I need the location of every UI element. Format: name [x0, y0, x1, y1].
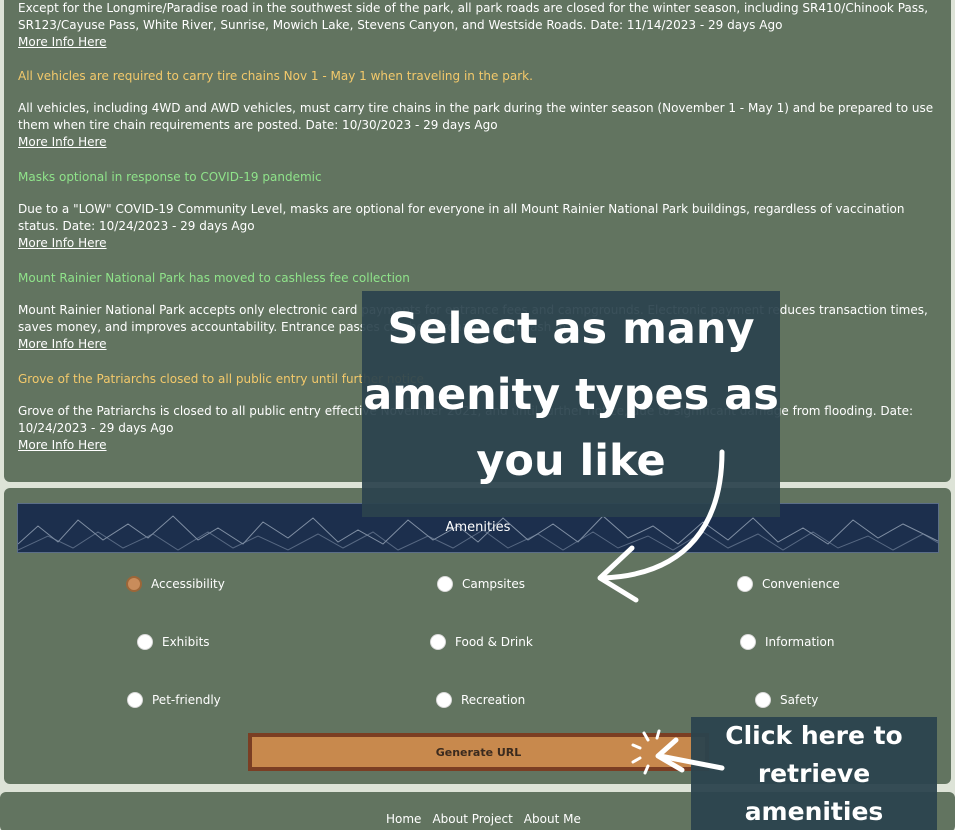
- radio-icon[interactable]: [740, 634, 756, 650]
- alert-item: Except for the Longmire/Paradise road in…: [18, 0, 942, 51]
- amenity-label: Food & Drink: [455, 635, 533, 649]
- radio-icon[interactable]: [430, 634, 446, 650]
- amenity-option-accessibility[interactable]: Accessibility: [126, 576, 225, 592]
- more-info-link[interactable]: More Info Here: [18, 34, 107, 51]
- alert-body: Due to a "LOW" COVID-19 Community Level,…: [18, 202, 905, 233]
- overlay-line: amenities: [744, 797, 884, 826]
- amenity-label: Exhibits: [162, 635, 210, 649]
- footer-link-about-project[interactable]: About Project: [432, 812, 512, 826]
- more-info-link[interactable]: More Info Here: [18, 336, 107, 353]
- radio-checked-icon[interactable]: [126, 576, 142, 592]
- alert-title: All vehicles are required to carry tire …: [18, 69, 533, 83]
- footer-link-home[interactable]: Home: [386, 812, 421, 826]
- amenity-option-exhibits[interactable]: Exhibits: [137, 634, 210, 650]
- overlay-line: Click here to: [725, 721, 903, 750]
- generate-url-button[interactable]: Generate URL: [248, 733, 709, 771]
- alert-body: Except for the Longmire/Paradise road in…: [18, 1, 929, 32]
- radio-icon[interactable]: [127, 692, 143, 708]
- amenity-label: Convenience: [762, 577, 840, 591]
- amenity-option-recreation[interactable]: Recreation: [436, 692, 525, 708]
- alert-body: All vehicles, including 4WD and AWD vehi…: [18, 101, 934, 132]
- amenity-option-information[interactable]: Information: [740, 634, 834, 650]
- alert-title: Mount Rainier National Park has moved to…: [18, 271, 410, 285]
- instruction-overlay: Select as many amenity types as you like: [362, 291, 780, 517]
- radio-icon[interactable]: [737, 576, 753, 592]
- footer-link-about-me[interactable]: About Me: [524, 812, 581, 826]
- radio-icon[interactable]: [437, 576, 453, 592]
- amenity-option-food-drink[interactable]: Food & Drink: [430, 634, 533, 650]
- radio-icon[interactable]: [436, 692, 452, 708]
- amenity-option-campsites[interactable]: Campsites: [437, 576, 525, 592]
- amenities-title: Amenities: [445, 520, 511, 535]
- more-info-link[interactable]: More Info Here: [18, 134, 107, 151]
- amenity-option-pet-friendly[interactable]: Pet-friendly: [127, 692, 221, 708]
- amenity-label: Information: [765, 635, 835, 649]
- amenity-label: Campsites: [462, 577, 525, 591]
- overlay-line: you like: [476, 436, 666, 486]
- amenity-option-convenience[interactable]: Convenience: [737, 576, 840, 592]
- more-info-link[interactable]: More Info Here: [18, 437, 107, 454]
- amenity-label: Accessibility: [151, 577, 225, 591]
- overlay-line: Select as many: [387, 304, 755, 354]
- radio-icon[interactable]: [755, 692, 771, 708]
- overlay-line: retrieve: [757, 759, 871, 788]
- overlay-line: amenity types as: [363, 370, 779, 420]
- alert-title: Masks optional in response to COVID-19 p…: [18, 170, 322, 184]
- alert-item: Masks optional in response to COVID-19 p…: [18, 169, 942, 252]
- amenity-label: Pet-friendly: [152, 693, 221, 707]
- alert-item: All vehicles are required to carry tire …: [18, 68, 942, 151]
- click-hint-overlay: Click here to retrieve amenities: [691, 717, 937, 830]
- amenity-label: Recreation: [461, 693, 526, 707]
- more-info-link[interactable]: More Info Here: [18, 235, 107, 252]
- amenity-label: Safety: [780, 693, 819, 707]
- radio-icon[interactable]: [137, 634, 153, 650]
- footer-nav: Home About Project About Me: [386, 812, 581, 826]
- amenity-option-safety[interactable]: Safety: [755, 692, 818, 708]
